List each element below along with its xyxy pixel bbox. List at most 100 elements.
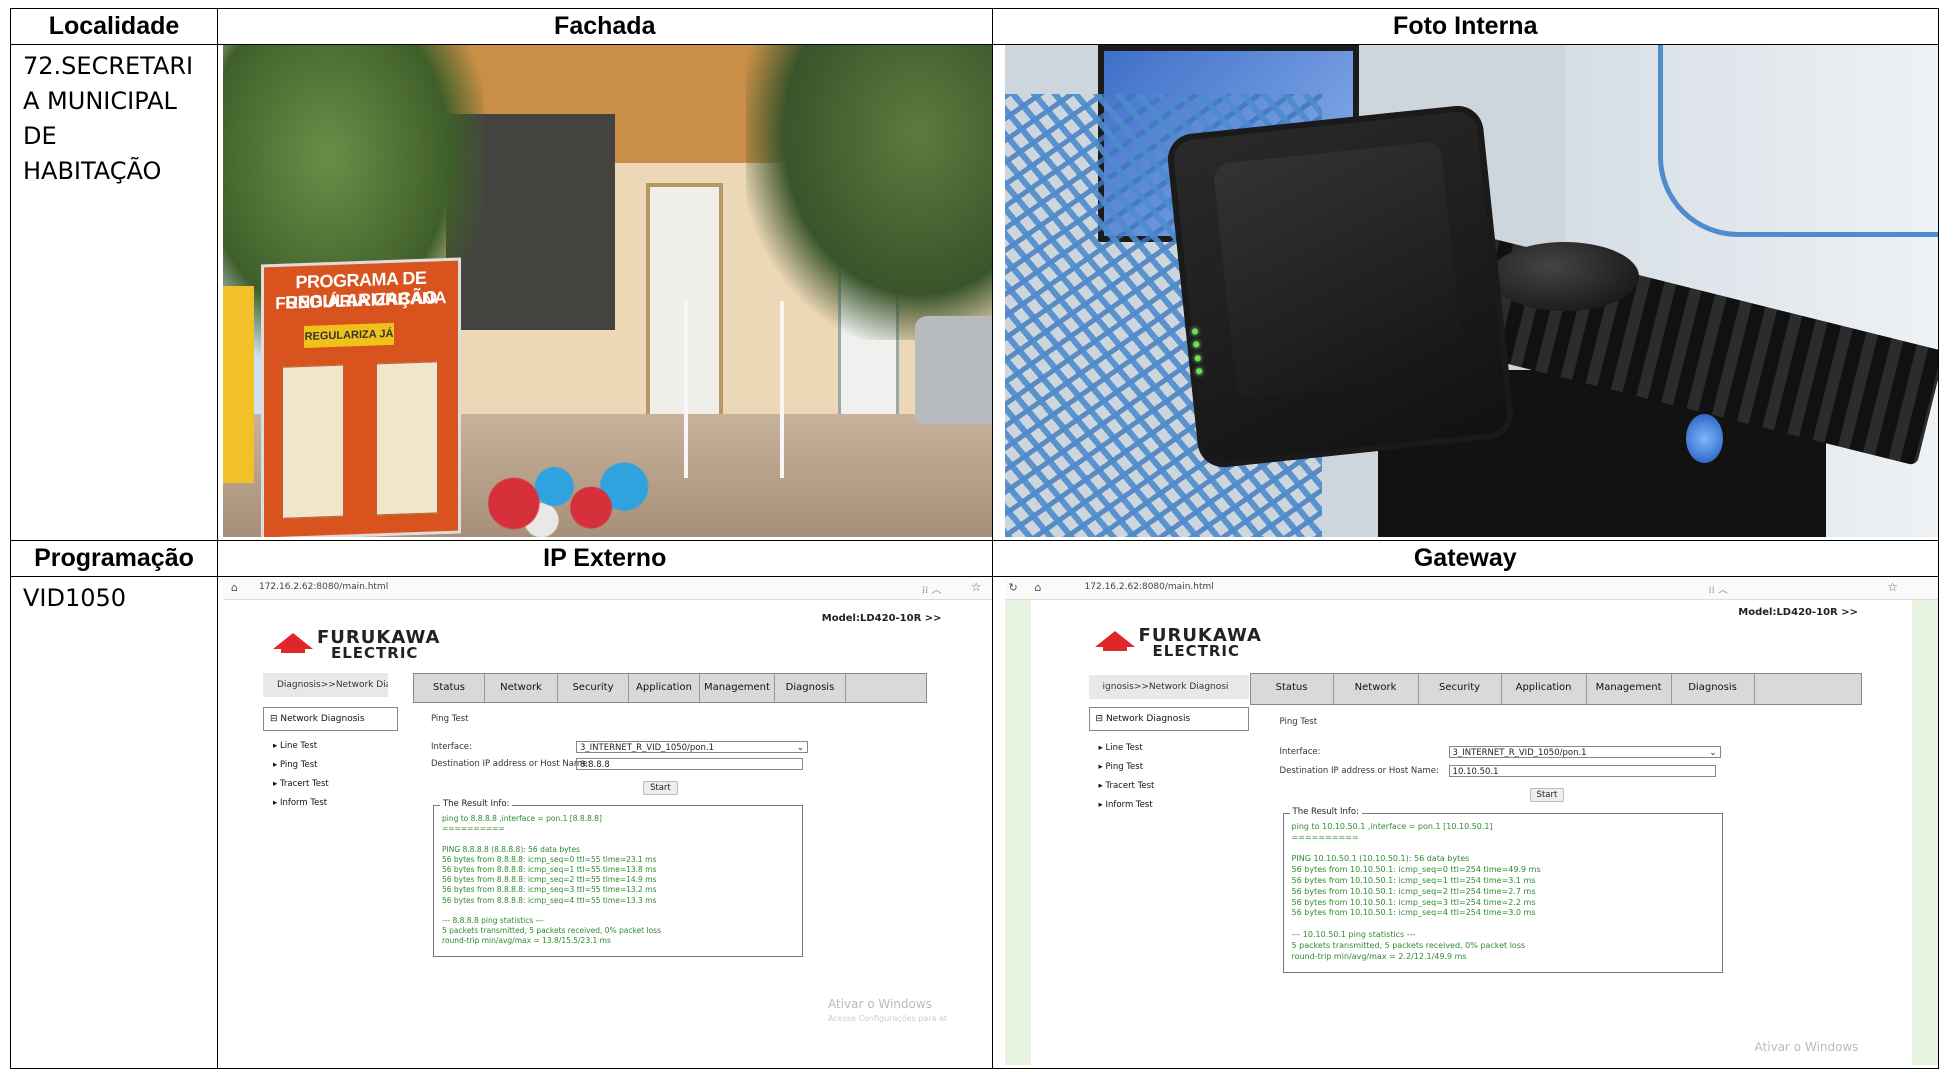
side-menu-header[interactable]: ⊟ Network Diagnosis — [262, 707, 398, 731]
facade-sign-document — [282, 365, 345, 520]
address-bar[interactable]: 172.16.2.62:8080/main.html — [1085, 582, 1214, 592]
home-icon[interactable]: ⌂ — [1035, 581, 1042, 594]
interface-label: Interface: — [430, 742, 472, 752]
interface-select[interactable]: 3_INTERNET_R_VID_1050/pon.1 ⌄ — [575, 741, 808, 753]
interface-label: Interface: — [1279, 747, 1321, 757]
router-led — [1195, 367, 1203, 375]
internal-cable — [1657, 45, 1938, 237]
page-margin — [1004, 599, 1031, 1065]
gateway-screenshot: ↻ ⌂ 172.16.2.62:8080/main.html ⁞⁞ ︿ ☆ Mo… — [1004, 577, 1938, 1065]
side-item-tracert-test[interactable]: ▸ Tracert Test — [263, 775, 398, 794]
windows-watermark-sub: Acesse Configurações para at — [827, 1014, 948, 1023]
start-button[interactable]: Start — [642, 781, 678, 795]
tab-management[interactable]: Management — [1587, 674, 1672, 704]
programacao-cell: VID1050 — [10, 576, 218, 1069]
header-localidade: Localidade — [10, 8, 218, 45]
ip-externo-cell: ⌂ 172.16.2.62:8080/main.html ⁞⁞ ︿ ☆ Mode… — [216, 576, 993, 1069]
furukawa-logo-base — [280, 647, 305, 653]
side-item-line-test[interactable]: ▸ Line Test — [263, 737, 398, 756]
router-led — [1191, 328, 1199, 335]
localidade-line-2: A MUNICIPAL — [23, 87, 177, 115]
foto-interna-cell — [991, 44, 1939, 541]
header-foto-interna: Foto Interna — [991, 8, 1939, 45]
result-box: The Result Info: ping to 8.8.8.8 ,interf… — [432, 799, 803, 957]
interface-select[interactable]: 3_INTERNET_R_VID_1050/pon.1 ⌄ — [1448, 746, 1721, 758]
breadcrumb: Diagnosis>>Network Diagn — [262, 673, 388, 697]
destination-label: Destination IP address or Host Name: — [430, 759, 591, 769]
tab-diagnosis[interactable]: Diagnosis — [1672, 674, 1755, 704]
result-title: The Result Info: — [439, 799, 513, 809]
collapse-icon: ⊟ — [1095, 714, 1106, 724]
apps-icon[interactable]: ⁞⁞ ︿ — [1708, 581, 1728, 596]
header-programacao: Programação — [10, 540, 218, 577]
tab-application[interactable]: Application — [629, 674, 700, 702]
address-bar[interactable]: 172.16.2.62:8080/main.html — [259, 582, 388, 592]
side-item-ping-test[interactable]: ▸ Ping Test — [263, 756, 398, 775]
side-item-line-test[interactable]: ▸ Line Test — [1089, 739, 1249, 758]
destination-input[interactable]: 8.8.8.8 — [575, 758, 803, 770]
collapse-icon: ⊟ — [269, 714, 281, 724]
ip-externo-screenshot: ⌂ 172.16.2.62:8080/main.html ⁞⁞ ︿ ☆ Mode… — [222, 577, 992, 1065]
result-box: The Result Info: ping to 10.10.50.1 ,int… — [1282, 807, 1723, 973]
facade-car — [914, 315, 992, 424]
router-led — [1194, 354, 1201, 362]
internal-onu-router — [1165, 103, 1516, 470]
side-item-inform-test[interactable]: ▸ Inform Test — [1089, 796, 1249, 815]
apps-icon[interactable]: ⁞⁞ ︿ — [922, 581, 942, 596]
bookmark-star-icon[interactable]: ☆ — [1887, 580, 1898, 594]
tab-network[interactable]: Network — [485, 674, 558, 702]
start-button[interactable]: Start — [1529, 788, 1565, 802]
router-led — [1192, 341, 1200, 348]
side-menu: ⊟ Network Diagnosis ▸ Line Test ▸ Ping T… — [262, 707, 398, 813]
localidade-line-4: HABITAÇÃO — [23, 157, 162, 185]
facade-banner — [222, 286, 254, 483]
tab-diagnosis[interactable]: Diagnosis — [775, 674, 846, 702]
tab-network[interactable]: Network — [1334, 674, 1419, 704]
facade-sign-line-2: FUNDIÁRIA URBANA — [275, 288, 447, 314]
page-margin — [1912, 599, 1938, 1065]
chevron-down-icon: ⌄ — [1709, 748, 1717, 758]
chevron-down-icon: ⌄ — [796, 743, 804, 753]
destination-input[interactable]: 10.10.50.1 — [1448, 765, 1716, 777]
side-item-inform-test[interactable]: ▸ Inform Test — [263, 794, 398, 813]
windows-watermark: Ativar o Windows — [827, 997, 932, 1011]
tab-security[interactable]: Security — [1419, 674, 1502, 704]
browser-toolbar: ⌂ 172.16.2.62:8080/main.html ⁞⁞ ︿ ☆ — [222, 577, 992, 600]
localidade-cell: 72.SECRETARI A MUNICIPAL DE HABITAÇÃO — [10, 44, 218, 541]
tab-status[interactable]: Status — [414, 674, 485, 702]
tab-security[interactable]: Security — [558, 674, 629, 702]
side-menu: ⊟ Network Diagnosis ▸ Line Test ▸ Ping T… — [1088, 707, 1249, 815]
model-label: Model:LD420-10R >> — [821, 613, 942, 624]
facade-sign: PROGRAMA DE REGULARIZAÇÃO FUNDIÁRIA URBA… — [261, 257, 462, 537]
facade-photo: PROGRAMA DE REGULARIZAÇÃO FUNDIÁRIA URBA… — [222, 45, 992, 537]
internal-mouse — [1489, 241, 1640, 311]
internal-router-face — [1212, 141, 1465, 398]
programacao-value: VID1050 — [23, 584, 127, 612]
internal-photo — [1004, 45, 1938, 537]
ping-test-title: Ping Test — [430, 714, 469, 724]
breadcrumb: ignosis>>Network Diagnosi — [1088, 675, 1249, 699]
side-item-tracert-test[interactable]: ▸ Tracert Test — [1089, 777, 1249, 796]
facade-tree — [745, 45, 992, 341]
model-label: Model:LD420-10R >> — [1738, 607, 1858, 618]
result-text: ping to 10.10.50.1 ,interface = pon.1 [1… — [1291, 822, 1541, 961]
report-table: Localidade Fachada Foto Interna 72.SECRE… — [10, 8, 1939, 1069]
logo-line-2: ELECTRIC — [330, 644, 419, 662]
tab-management[interactable]: Management — [700, 674, 775, 702]
furukawa-logo-base — [1102, 645, 1127, 651]
tab-status[interactable]: Status — [1251, 674, 1334, 704]
tab-application[interactable]: Application — [1502, 674, 1587, 704]
header-ip-externo: IP Externo — [216, 540, 993, 577]
reload-icon[interactable]: ↻ — [1009, 581, 1018, 594]
browser-toolbar: ↻ ⌂ 172.16.2.62:8080/main.html ⁞⁞ ︿ ☆ — [1004, 577, 1938, 600]
ping-test-title: Ping Test — [1279, 717, 1318, 727]
main-tabs: Status Network Security Application Mana… — [1249, 673, 1862, 705]
home-icon[interactable]: ⌂ — [231, 581, 238, 594]
side-item-ping-test[interactable]: ▸ Ping Test — [1089, 758, 1249, 777]
bookmark-star-icon[interactable]: ☆ — [971, 580, 982, 594]
localidade-line-3: DE — [23, 122, 57, 150]
facade-balloons — [476, 453, 662, 537]
localidade-line-1: 72.SECRETARI — [23, 52, 194, 80]
result-text: ping to 8.8.8.8 ,interface = pon.1 [8.8.… — [441, 814, 661, 946]
side-menu-header[interactable]: ⊟ Network Diagnosis — [1088, 707, 1249, 731]
